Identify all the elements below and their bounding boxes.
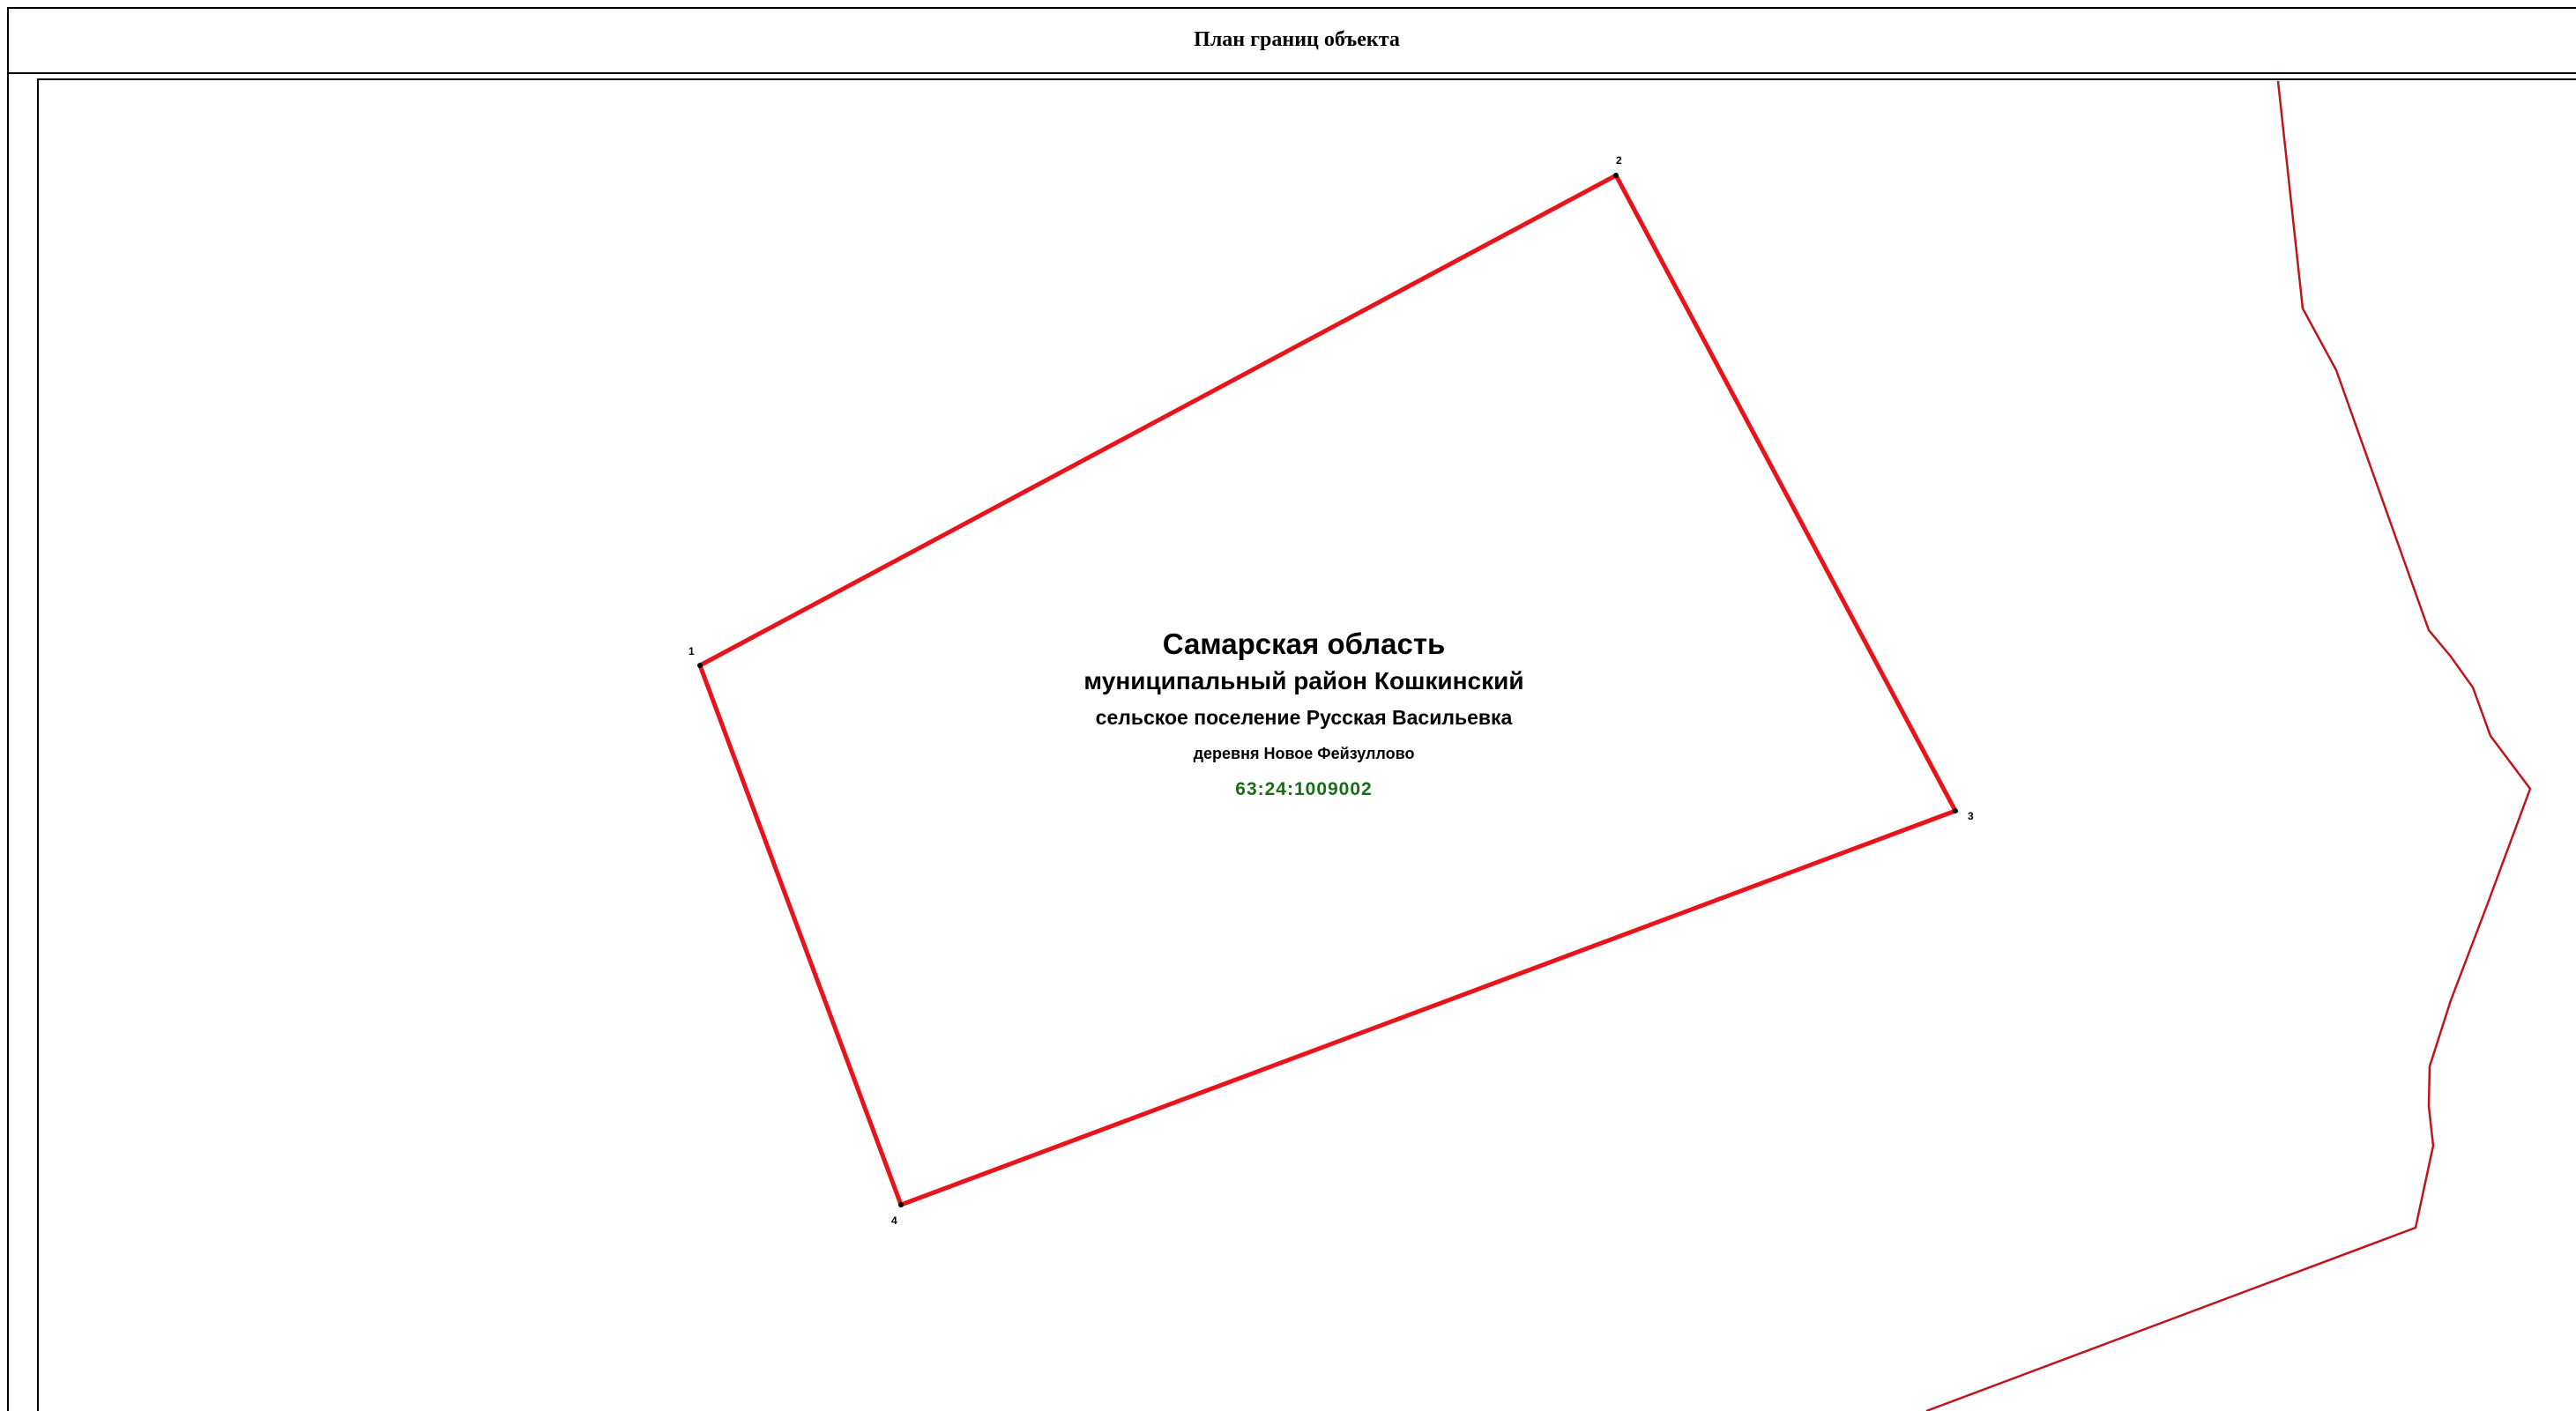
vertex-marker-1 [697,663,703,668]
vertex-label-2: 2 [1616,154,1622,167]
vertex-label-3: 3 [1968,810,1974,822]
region-label: Самарская область [1163,628,1446,660]
vertex-marker-2 [1613,173,1619,178]
vertex-label-1: 1 [689,645,695,657]
adjacent-boundary-line [1925,80,2532,1411]
settlement-label: сельское поселение Русская Васильевка [1096,706,1513,729]
village-label: деревня Новое Фейзуллово [1194,745,1415,762]
district-label: муниципальный район Кошкинский [1083,667,1523,694]
map-canvas: 1 2 3 4 Самарская область муниципальный … [689,80,2532,1411]
vertex-marker-3 [1953,808,1958,813]
vertex-label-4: 4 [891,1214,897,1227]
vertex-marker-4 [898,1202,904,1207]
cadastral-number-label[interactable]: 63:24:1009002 [1235,779,1372,799]
